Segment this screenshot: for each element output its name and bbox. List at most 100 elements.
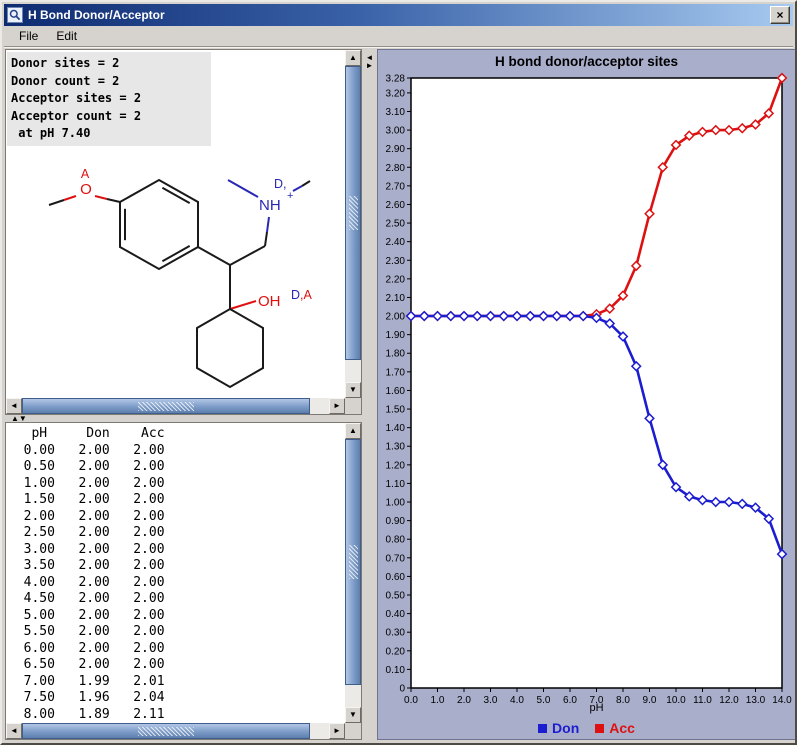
menu-bar: FileEdit [4,26,793,47]
thumb-grip [349,545,358,579]
y-tick-label: 3.20 [386,88,406,99]
table-vertical-scrollbar[interactable]: ▲ ▼ [345,423,361,723]
table-horizontal-scrollbar[interactable]: ◄ ► [6,723,345,739]
table-row: 3.50 2.00 2.00 [8,558,343,575]
y-tick-label: 0.10 [386,665,406,676]
y-tick-label: 1.60 [386,386,406,397]
menu-item-edit[interactable]: Edit [47,27,86,45]
structure-horizontal-scrollbar[interactable]: ◄ ► [6,398,345,414]
close-icon: × [776,9,783,21]
plot-area [411,78,782,688]
y-tick-label: 0.90 [386,516,406,527]
table-row: 2.50 2.00 2.00 [8,525,343,542]
methoxy-acceptor-label: A [81,167,90,181]
y-tick-label: 0.60 [386,572,406,583]
title-bar[interactable]: H Bond Donor/Acceptor × [4,4,793,26]
y-tick-label: 1.10 [386,479,406,490]
y-tick-label: 0.30 [386,628,406,639]
table-row: 8.00 1.89 2.11 [8,707,343,722]
y-tick-label: 2.70 [386,181,406,192]
ph-table: pH Don Acc 0.00 2.00 2.00 0.50 2.00 2.00… [8,426,343,721]
x-axis-label: pH [411,702,782,714]
y-tick-label: 1.40 [386,423,406,434]
y-tick-label: 0.70 [386,553,406,564]
legend-label: Acc [609,720,635,736]
triangle-right-icon: ► [333,402,341,410]
thumb-grip [138,727,194,736]
scroll-thumb[interactable] [22,398,310,414]
table-header: pH Don Acc [8,426,343,443]
table-row: 1.00 2.00 2.00 [8,476,343,493]
scroll-thumb[interactable] [22,723,310,739]
hydroxyl-acceptor-label: ,A [300,288,312,302]
close-button[interactable]: × [770,6,790,24]
triangle-down-icon: ▼ [349,386,357,394]
scroll-down-button[interactable]: ▼ [345,382,361,398]
legend-swatch-icon [595,724,604,733]
scroll-thumb[interactable] [345,439,361,685]
triangle-down-icon: ▼ [349,711,357,719]
scrollbar-corner [345,723,361,739]
table-row: 7.00 1.99 2.01 [8,674,343,691]
y-tick-label: 3.10 [386,107,406,118]
triangle-left-icon: ◄ [10,727,18,735]
y-tick-label: 3.00 [386,126,406,137]
scroll-left-button[interactable]: ◄ [6,398,22,414]
info-block: Donor sites = 2Donor count = 2Acceptor s… [7,52,211,146]
table-row: 6.50 2.00 2.00 [8,657,343,674]
legend-item-don: Don [538,720,579,736]
structure-vertical-scrollbar[interactable]: ▲ ▼ [345,50,361,398]
info-line: at pH 7.40 [11,125,209,143]
scroll-right-button[interactable]: ► [329,723,345,739]
y-tick-label: 1.00 [386,498,406,509]
collapse-right-icon[interactable]: ► [366,61,374,70]
legend-label: Don [552,720,579,736]
scroll-down-button[interactable]: ▼ [345,707,361,723]
molecule-structure: A O D, NH + OH D ,A [6,142,346,398]
app-window: H Bond Donor/Acceptor × FileEdit Donor s… [0,0,797,745]
y-tick-label: 1.50 [386,405,406,416]
vertical-split-divider[interactable]: ◄► [363,49,376,740]
horizontal-split-divider[interactable]: ▲▼ [5,415,362,422]
triangle-right-icon: ► [333,727,341,735]
scrollbar-corner [345,398,361,414]
y-tick-label: 1.30 [386,442,406,453]
table-row: 2.00 2.00 2.00 [8,509,343,526]
amine-atom-label: NH [259,197,281,214]
y-tick-label: 2.40 [386,237,406,248]
scroll-up-button[interactable]: ▲ [345,50,361,66]
table-row: 0.00 2.00 2.00 [8,443,343,460]
table-row: 6.00 2.00 2.00 [8,641,343,658]
y-tick-label: 2.10 [386,293,406,304]
scroll-left-button[interactable]: ◄ [6,723,22,739]
scroll-up-button[interactable]: ▲ [345,423,361,439]
table-row: 3.00 2.00 2.00 [8,542,343,559]
triangle-up-icon: ▲ [349,54,357,62]
y-tick-label: 1.70 [386,367,406,378]
scroll-right-button[interactable]: ► [329,398,345,414]
y-tick-label: 0 [399,684,405,695]
y-tick-label: 2.30 [386,256,406,267]
table-row: 0.50 2.00 2.00 [8,459,343,476]
y-tick-label: 2.00 [386,312,406,323]
structure-panel: Donor sites = 2Donor count = 2Acceptor s… [5,49,362,415]
amine-charge-label: + [287,190,293,202]
info-line: Acceptor count = 2 [11,108,209,126]
magnifier-icon [7,7,23,23]
table-row: 1.50 2.00 2.00 [8,492,343,509]
scroll-thumb[interactable] [345,66,361,360]
thumb-grip [138,402,194,411]
triangle-up-icon: ▲ [349,427,357,435]
thumb-grip [349,196,358,230]
y-tick-label: 1.90 [386,330,406,341]
info-line: Acceptor sites = 2 [11,90,209,108]
legend-swatch-icon [538,724,547,733]
y-tick-label: 2.20 [386,274,406,285]
table-row: 5.50 2.00 2.00 [8,624,343,641]
menu-item-file[interactable]: File [10,27,47,45]
y-tick-label: 2.60 [386,200,406,211]
y-tick-label: 1.20 [386,460,406,471]
info-line: Donor sites = 2 [11,55,209,73]
y-tick-label: 2.80 [386,163,406,174]
y-tick-label: 0.50 [386,591,406,602]
